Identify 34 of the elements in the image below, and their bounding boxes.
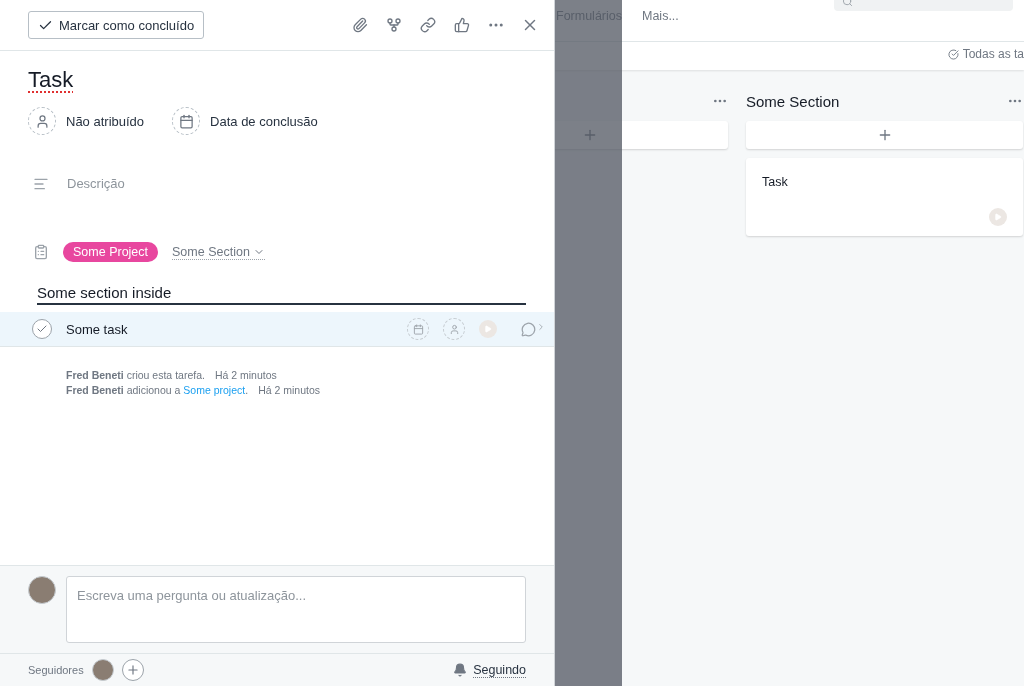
project-tag[interactable]: Some Project [63, 242, 159, 262]
followers-label: Seguidores [28, 664, 84, 676]
subtask-row[interactable]: Some task [0, 312, 554, 347]
check-circle-icon [947, 48, 959, 60]
plus-icon [125, 663, 140, 677]
check-circle[interactable] [32, 319, 52, 339]
activity-text: Fred Beneti criou esta tarefa. [66, 369, 205, 381]
activity-time: Há 2 minutos [214, 369, 277, 381]
follower-avatar [91, 659, 114, 681]
comment-field[interactable]: Escreva uma pergunta ou atualização... [66, 576, 526, 643]
subtask-icon[interactable] [384, 15, 404, 35]
nav-link[interactable]: Mais... [642, 8, 679, 23]
assignee-button[interactable]: Não atribuído [28, 107, 145, 135]
paperclip-icon[interactable] [350, 15, 370, 35]
mark-complete-button[interactable]: Marcar como concluído [28, 11, 205, 39]
clipboard-icon [33, 244, 49, 260]
card-title: Task [762, 175, 789, 189]
avatar [28, 576, 56, 604]
column-title: Some Section [746, 92, 840, 110]
filter-button[interactable]: Todas as ta [947, 47, 1024, 61]
link-icon[interactable] [418, 15, 438, 35]
due-date-button[interactable]: Data de conclusão [172, 107, 318, 135]
section-dropdown[interactable]: Some Section [172, 244, 265, 260]
subtask-section-heading[interactable]: Some section inside [37, 284, 526, 305]
task-title[interactable]: Task [28, 67, 74, 93]
task-card[interactable]: Task [746, 158, 1023, 236]
bell-icon [453, 663, 468, 677]
subtask-name: Some task [66, 321, 129, 337]
comment-icon[interactable] [521, 321, 546, 337]
activity-time: Há 2 minutos [258, 384, 320, 396]
following-button[interactable]: Seguindo [453, 662, 526, 678]
add-follower-button[interactable] [121, 659, 144, 681]
thumbs-up-icon[interactable] [452, 15, 472, 35]
activity-text: Fred Beneti adicionou a Some project. [66, 384, 249, 396]
